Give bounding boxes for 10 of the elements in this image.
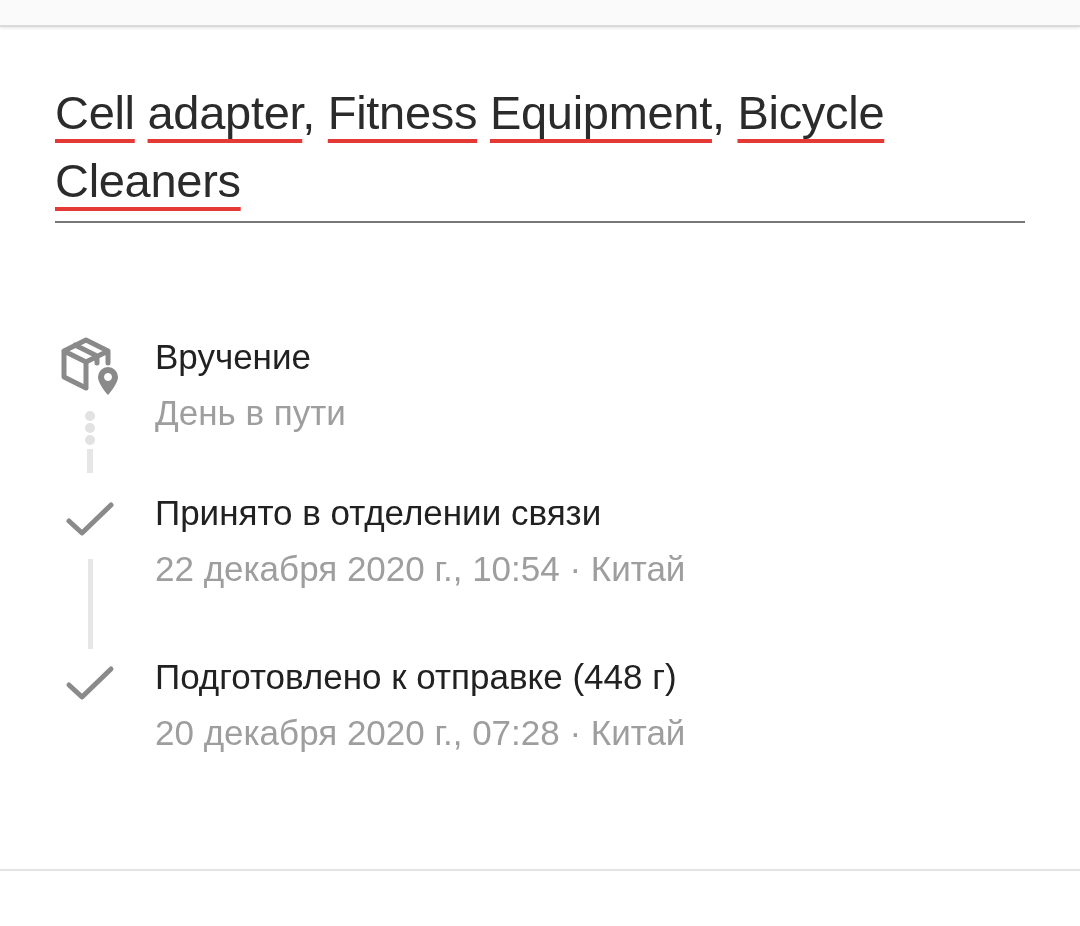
event-title: Принято в отделении связи [155, 492, 603, 534]
check-icon [65, 499, 115, 539]
title-field[interactable]: Cell adapter, Fitness Equipment, Bicycle Cleaners [55, 79, 1025, 223]
event-details: 22 декабря 2020 г., 10:54 · Китай [155, 548, 687, 590]
event-details: День в пути [155, 392, 347, 434]
check-icon [65, 663, 115, 703]
event-details: 20 декабря 2020 г., 07:28 · Китай [155, 712, 687, 754]
dotted-connector [85, 411, 95, 473]
event-title: Вручение [155, 336, 312, 378]
event-title: Подготовлено к отправке (448 г) [155, 656, 678, 698]
